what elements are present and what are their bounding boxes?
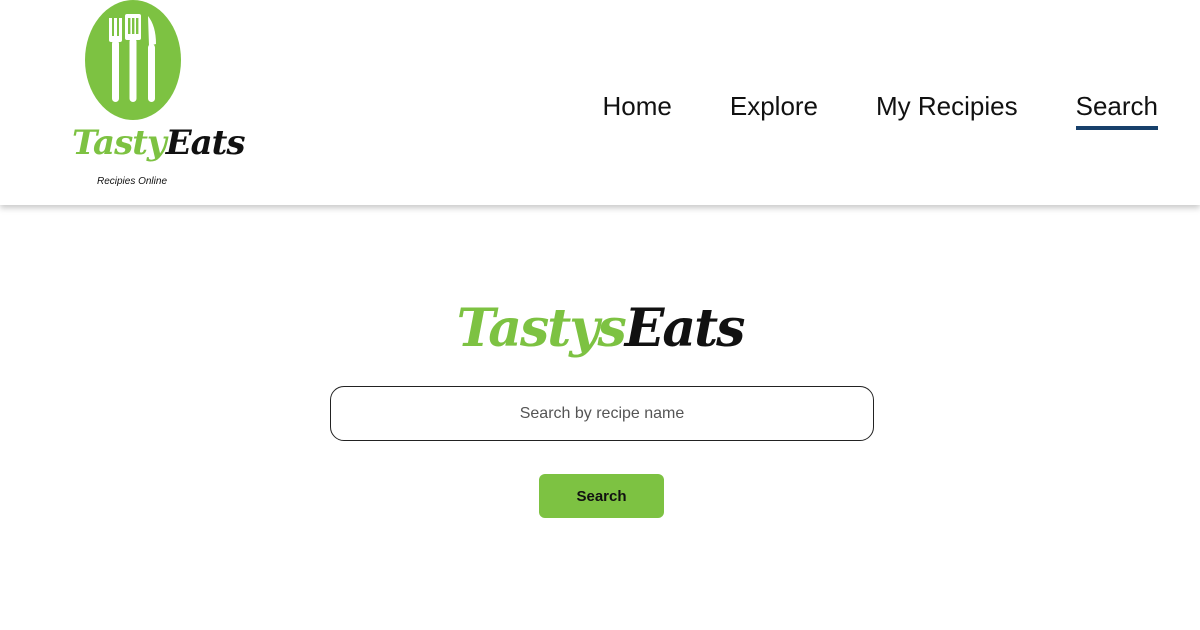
logo-word-eats: Eats (165, 123, 246, 163)
hero-wordmark: TastysEats (0, 294, 1200, 364)
hero-word-tastys: Tastys (456, 298, 627, 359)
site-header: TastyEats Recipies Online Home Explore M… (0, 0, 1200, 205)
main-nav: Home Explore My Recipies Search (603, 86, 1159, 130)
logo-word-tasty: Tasty (72, 123, 167, 163)
nav-item-home[interactable]: Home (603, 86, 672, 126)
nav-item-explore[interactable]: Explore (730, 86, 818, 126)
nav-item-my-recipies[interactable]: My Recipies (876, 86, 1018, 126)
recipe-search-input[interactable] (330, 386, 874, 441)
logo-wordmark: TastyEats (72, 120, 245, 166)
search-button[interactable]: Search (539, 474, 664, 518)
hero-word-eats: Eats (624, 298, 746, 359)
logo-tagline: Recipies Online (96, 176, 168, 187)
fork-spatula-knife-icon (109, 14, 156, 102)
logo-badge (85, 0, 181, 120)
nav-item-search[interactable]: Search (1075, 86, 1159, 130)
logo[interactable]: TastyEats Recipies Online (70, 0, 245, 195)
